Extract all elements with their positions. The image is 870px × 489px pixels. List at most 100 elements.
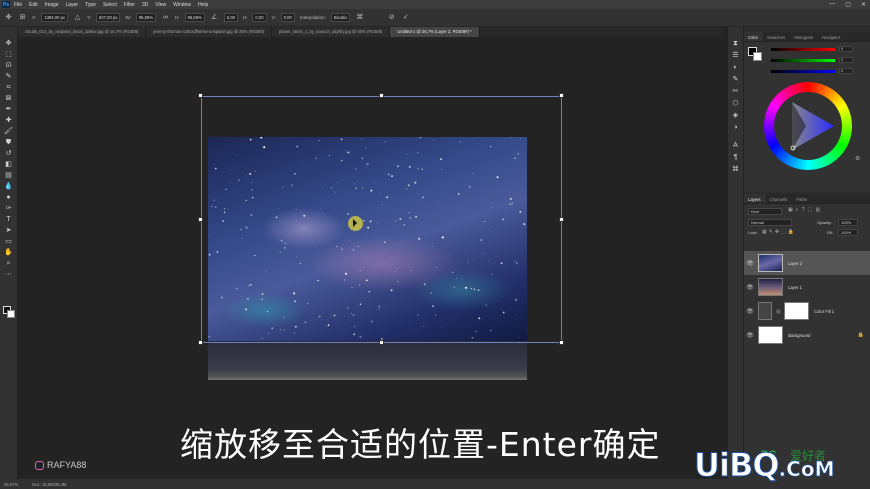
opacity-field[interactable]: 100% [838, 219, 858, 226]
photoshop-logo-icon[interactable]: Ps [2, 1, 10, 8]
hskew-field[interactable]: 0,00 [252, 13, 267, 22]
commit-transform-icon[interactable]: ✓ [401, 13, 410, 22]
paragraph-icon[interactable]: ¶ [731, 153, 741, 163]
eyedropper-icon[interactable]: ✒ [3, 105, 15, 115]
interpolation-select[interactable]: Bicubic [330, 13, 351, 22]
filter-icons[interactable]: ▣◐T⬚▥ [788, 207, 823, 213]
tab-jeremy-thomas[interactable]: jeremy-thomas-4JdvxdfNmIw-unsplash.jpg @… [146, 27, 273, 37]
tab-navigator[interactable]: Navigator [818, 32, 845, 41]
vskew-field[interactable]: 0,00 [280, 13, 295, 22]
relative-position-icon[interactable]: △ [73, 13, 82, 22]
brush-icon[interactable]: 🖌 [3, 127, 15, 137]
color-options-icon[interactable]: ⚙ [855, 155, 860, 162]
x-position-field[interactable]: 1394,00 px [41, 13, 68, 22]
glyphs-icon[interactable]: ⌘ [731, 165, 741, 175]
character-icon[interactable]: A [731, 141, 741, 151]
move-tool-icon[interactable]: ✥ [4, 13, 13, 22]
warp-icon[interactable]: ⌘ [355, 13, 364, 22]
tab-clouds[interactable]: clouds_014_by_redpoint_stock_darker.jpg … [18, 27, 147, 37]
visibility-eye-icon[interactable]: 👁 [744, 332, 756, 339]
cancel-transform-icon[interactable]: ⊘ [387, 13, 396, 22]
blur-icon[interactable]: 💧 [3, 182, 15, 192]
zoom-level[interactable]: 26,67% [4, 482, 18, 487]
link-icon[interactable]: ∞ [161, 13, 170, 22]
menu-filter[interactable]: Filter [124, 2, 135, 8]
tab-channels[interactable]: Channels [766, 194, 793, 203]
history-icon[interactable]: ⧗ [731, 39, 741, 49]
green-value[interactable]: 0 [839, 57, 853, 63]
layer-row-layer-1[interactable]: 👁 Layer 1 [744, 275, 870, 299]
menu-type[interactable]: Type [85, 2, 96, 8]
eraser-icon[interactable]: ◧ [3, 160, 15, 170]
tab-color[interactable]: Color [744, 32, 764, 41]
move-icon[interactable]: ✥ [3, 39, 15, 49]
menu-layer[interactable]: Layer [66, 2, 79, 8]
layer-filter-kind[interactable]: Kind [748, 208, 782, 215]
visibility-eye-icon[interactable]: 👁 [744, 308, 756, 315]
tab-swatches[interactable]: Swatches [763, 32, 790, 41]
menu-image[interactable]: Image [45, 2, 59, 8]
lock-icons[interactable]: ▦✎✥⬚🔒 [762, 229, 796, 235]
crop-icon[interactable]: ⌗ [3, 83, 15, 93]
3d-icon[interactable]: ⬡ [731, 99, 741, 109]
close-window-button[interactable]: ✕ [861, 1, 866, 8]
gradient-icon[interactable]: ▤ [3, 171, 15, 181]
green-slider[interactable] [771, 59, 835, 62]
y-position-field[interactable]: 627,00 px [96, 13, 121, 22]
adjustments-icon[interactable]: ◐ [731, 63, 741, 73]
blue-value[interactable]: 0 [839, 68, 853, 74]
visibility-eye-icon[interactable]: 👁 [744, 260, 756, 267]
layer-row-layer-2[interactable]: 👁 Layer 2 [744, 251, 870, 275]
clone-stamp-icon[interactable]: ⛊ [3, 138, 15, 148]
angle-field[interactable]: 0,00 [223, 13, 238, 22]
width-field[interactable]: 95,59% [135, 13, 157, 22]
menu-view[interactable]: View [155, 2, 166, 8]
reference-point-icon[interactable]: ⊞ [18, 13, 27, 22]
transform-handle-left[interactable] [198, 217, 203, 222]
history-brush-icon[interactable]: ↺ [3, 149, 15, 159]
menu-help[interactable]: Help [198, 2, 208, 8]
canvas-area[interactable]: 缩放移至合适的位置-Enter确定 RAFYA88 [18, 37, 723, 479]
path-select-icon[interactable]: ➤ [3, 226, 15, 236]
type-icon[interactable]: T [3, 215, 15, 225]
fill-field[interactable]: 100% [838, 229, 858, 236]
frame-icon[interactable]: ⊠ [3, 94, 15, 104]
color-triangle[interactable] [764, 82, 852, 170]
red-slider[interactable] [771, 48, 835, 51]
red-value[interactable]: 0 [839, 46, 853, 52]
menu-select[interactable]: Select [103, 2, 117, 8]
minimize-button[interactable]: — [829, 1, 835, 8]
blend-mode-select[interactable]: Normal [748, 219, 792, 226]
background-color-swatch[interactable] [7, 310, 15, 318]
menu-3d[interactable]: 3D [142, 2, 148, 8]
blue-slider[interactable] [771, 70, 835, 73]
more-tools-icon[interactable]: ⋯ [3, 270, 15, 280]
maximize-button[interactable]: ▢ [845, 1, 851, 8]
styles-icon[interactable]: ◈ [731, 111, 741, 121]
zoom-icon[interactable]: ⌕ [3, 259, 15, 269]
healing-brush-icon[interactable]: ✚ [3, 116, 15, 126]
transform-bounding-box[interactable] [201, 96, 562, 343]
lock-icon[interactable]: 🔒 [858, 332, 864, 338]
menu-edit[interactable]: Edit [29, 2, 38, 8]
tab-planet-stock[interactable]: planet_stock_1_by_kanoch_dighlry.jpg @ 5… [272, 27, 391, 37]
transform-handle-top-left[interactable] [198, 93, 203, 98]
tab-untitled-1[interactable]: Untitled-1 @ 26,7% (Layer 2, RGB/8#) * [390, 27, 480, 37]
menu-file[interactable]: File [14, 2, 22, 8]
transform-handle-bottom[interactable] [379, 340, 384, 345]
shape-icon[interactable]: ▭ [3, 237, 15, 247]
tab-layers[interactable]: Layers [744, 194, 766, 203]
transform-handle-top[interactable] [379, 93, 384, 98]
transform-handle-right[interactable] [559, 217, 564, 222]
menu-window[interactable]: Window [173, 2, 191, 8]
visibility-eye-icon[interactable]: 👁 [744, 284, 756, 291]
tab-histogram[interactable]: Histogram [790, 32, 818, 41]
color-wheel[interactable] [764, 82, 852, 170]
background-swatch[interactable] [753, 52, 762, 61]
transform-handle-bottom-left[interactable] [198, 340, 203, 345]
height-field[interactable]: 95,59% [184, 13, 205, 22]
pen-icon[interactable]: ✑ [3, 204, 15, 214]
hand-icon[interactable]: ✋ [3, 248, 15, 258]
properties-icon[interactable]: ☰ [731, 51, 741, 61]
lasso-icon[interactable]: ᘏ [3, 61, 15, 71]
